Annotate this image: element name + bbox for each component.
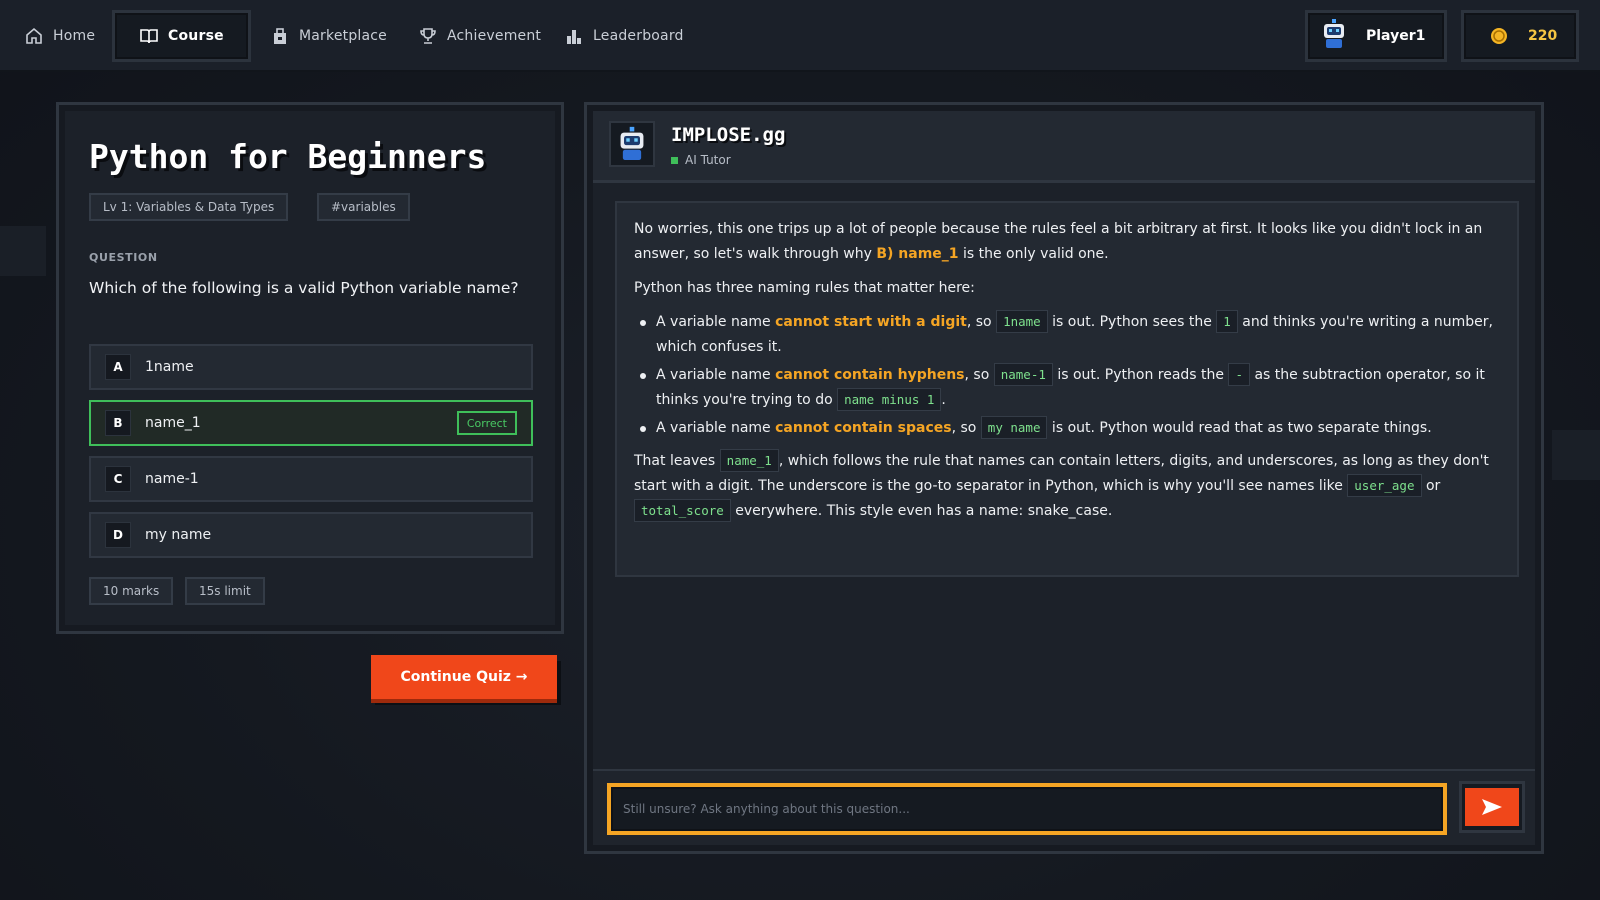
chat-header: IMPLOSE.gg AI Tutor [593,111,1535,183]
tutor-role-label: AI Tutor [685,153,731,167]
inline-code: user_age [1347,474,1422,497]
message-text: is out. Python would read that as two se… [1047,420,1432,436]
question-text: Which of the following is a valid Python… [89,279,519,297]
rules-list: A variable name cannot start with a digi… [634,310,1500,441]
message-text: is the only valid one. [958,246,1109,262]
message-paragraph: No worries, this one trips up a lot of p… [634,217,1500,267]
question-panel: Python for Beginners Lv 1: Variables & D… [56,102,564,634]
nav-home-label: Home [53,28,96,44]
nav-course-label: Course [168,28,224,44]
nav-home[interactable]: Home [24,0,95,72]
shop-icon [274,28,286,44]
option-c[interactable]: C name-1 [89,456,533,502]
inline-code: name-1 [993,363,1053,386]
message-text: everywhere. This style even has a name: … [730,503,1113,519]
course-title: Python for Beginners [89,137,487,176]
message-text: A variable name [656,367,776,383]
coin-icon [1490,27,1508,45]
message-text: A variable name [656,314,776,330]
nav-achievement[interactable]: Achievement [418,0,541,72]
option-text: my name [145,527,212,543]
option-letter: D [105,522,131,548]
tutor-chat-panel: IMPLOSE.gg AI Tutor No worries, this one… [584,102,1544,854]
online-status-dot [671,156,678,164]
message-paragraph: That leaves name_1, which follows the ru… [634,449,1500,524]
option-letter: C [105,466,131,492]
time-limit-tag: 15s limit [185,577,265,605]
message-text: That leaves [634,453,720,469]
message-text: . [941,392,946,408]
send-button-face [1465,788,1519,826]
message-text: , so [951,420,981,436]
message-text: A variable name [656,420,776,436]
robot-avatar-icon [1324,19,1344,48]
continue-quiz-button[interactable]: Continue Quiz → [371,655,557,699]
top-nav: Home Course Marketplace Achievement Lead… [0,0,1600,72]
chat-input[interactable] [607,783,1447,835]
background-decoration [0,226,46,276]
tutor-role: AI Tutor [671,153,731,167]
message-highlight: cannot start with a digit [775,314,967,330]
tutor-name: IMPLOSE.gg [671,124,786,146]
inline-code: name minus 1 [837,388,942,411]
tutor-message: No worries, this one trips up a lot of p… [615,201,1519,577]
question-label: QUESTION [89,251,158,264]
chat-input-area [593,769,1535,845]
message-text: or [1421,478,1441,494]
tutor-avatar [609,121,655,167]
inline-code: my name [980,416,1048,439]
message-text: is out. Python sees the [1047,314,1217,330]
marks-tag: 10 marks [89,577,174,605]
inline-code: 1 [1216,310,1238,333]
send-button[interactable] [1459,781,1525,833]
player-profile[interactable]: Player1 [1305,10,1447,62]
rule-item: A variable name cannot contain spaces, s… [634,416,1500,441]
message-paragraph: Python has three naming rules that matte… [634,280,975,296]
option-d[interactable]: D my name [89,512,533,558]
inline-code: 1name [996,310,1048,333]
message-text: , so [966,314,997,330]
option-text: 1name [145,359,194,375]
option-letter: A [105,354,131,380]
player-avatar [1320,19,1348,53]
background-decoration [1552,430,1600,480]
nav-marketplace-label: Marketplace [299,28,387,44]
topic-tag: #variables [317,193,410,221]
coin-count: 220 [1528,28,1558,44]
nav-leaderboard[interactable]: Leaderboard [564,0,684,72]
nav-achievement-label: Achievement [447,28,542,44]
message-highlight: cannot contain spaces [775,420,952,436]
level-tag: Lv 1: Variables & Data Types [89,193,289,221]
bar-chart-icon [567,30,581,44]
option-b[interactable]: B name_1 Correct [89,400,533,446]
rule-item: A variable name cannot contain hyphens, … [634,363,1500,413]
option-text: name_1 [145,415,201,431]
send-arrow-icon [1482,799,1502,815]
message-highlight: B) name_1 [876,246,959,262]
correct-badge: Correct [456,411,517,435]
message-highlight: cannot contain hyphens [775,367,965,383]
inline-code: name_1 [719,449,779,472]
message-text: is out. Python reads the [1052,367,1229,383]
coin-balance: 220 [1461,10,1579,62]
nav-course[interactable]: Course [112,10,251,62]
option-text: name-1 [145,471,199,487]
player-name: Player1 [1366,28,1426,44]
inline-code: total_score [634,499,731,522]
nav-leaderboard-label: Leaderboard [593,28,684,44]
option-a[interactable]: A 1name [89,344,533,390]
trophy-icon [420,28,436,44]
rule-item: A variable name cannot start with a digi… [634,310,1500,360]
message-text: , so [964,367,994,383]
nav-marketplace[interactable]: Marketplace [270,0,387,72]
robot-avatar-icon [620,126,644,160]
home-icon [26,27,42,44]
inline-code: - [1228,363,1251,386]
option-letter: B [105,410,131,436]
book-icon [140,29,158,44]
